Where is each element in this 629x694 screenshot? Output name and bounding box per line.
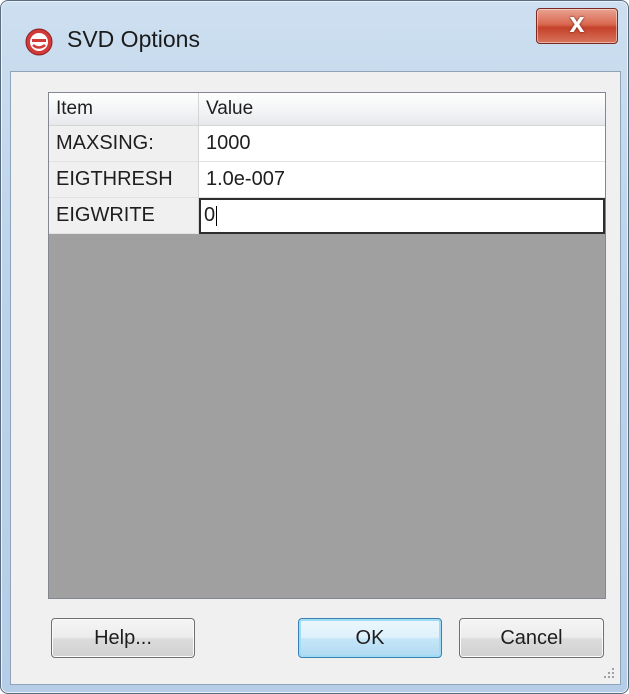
- dialog-body: Item Value MAXSING: 1000 EIGTHRESH 1.0e-…: [10, 71, 621, 685]
- grid-row-maxsing[interactable]: MAXSING: 1000: [49, 126, 605, 162]
- ok-button[interactable]: OK: [298, 618, 442, 658]
- row-value-edit-field[interactable]: 0: [199, 198, 605, 234]
- column-header-value[interactable]: Value: [199, 93, 605, 125]
- column-header-item[interactable]: Item: [49, 93, 199, 125]
- close-icon: X: [569, 13, 585, 37]
- grid-row-eigwrite[interactable]: EIGWRITE 0: [49, 198, 605, 234]
- text-caret: [216, 205, 218, 226]
- resize-grip-icon[interactable]: [602, 666, 616, 680]
- svd-options-dialog: SVD Options X Item Value MAXSING: 1000 E…: [0, 0, 629, 694]
- app-logo-icon: [25, 28, 53, 56]
- cancel-button[interactable]: Cancel: [459, 618, 604, 658]
- grid-header: Item Value: [49, 93, 605, 126]
- row-value-cell[interactable]: 1.0e-007: [199, 162, 605, 198]
- title-bar[interactable]: SVD Options X: [1, 1, 628, 71]
- row-value-text: 0: [204, 204, 216, 226]
- grid-row-eigthresh[interactable]: EIGTHRESH 1.0e-007: [49, 162, 605, 198]
- close-button[interactable]: X: [536, 8, 618, 44]
- row-item-cell: EIGTHRESH: [49, 162, 199, 198]
- row-value-cell[interactable]: 1000: [199, 126, 605, 162]
- row-item-cell: EIGWRITE: [49, 198, 199, 234]
- options-grid[interactable]: Item Value MAXSING: 1000 EIGTHRESH 1.0e-…: [48, 92, 606, 599]
- help-button[interactable]: Help...: [51, 618, 195, 658]
- window-title: SVD Options: [67, 26, 200, 52]
- row-item-cell: MAXSING:: [49, 126, 199, 162]
